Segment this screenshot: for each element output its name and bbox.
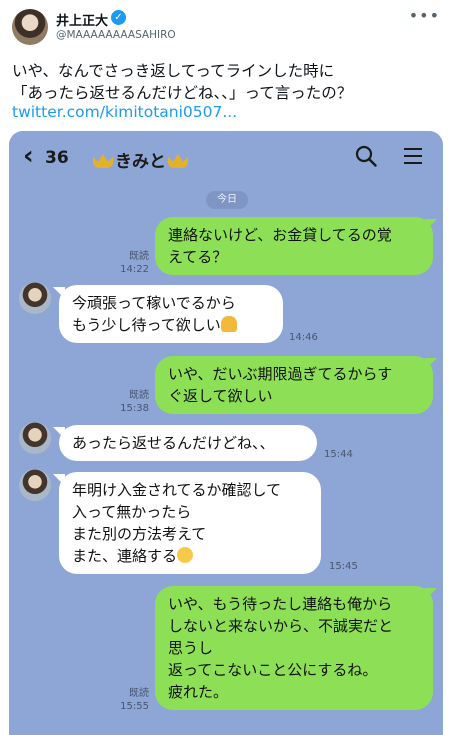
relieved-face-emoji: [177, 547, 194, 563]
message-time: 14:46: [289, 332, 318, 343]
attached-image-line-chat[interactable]: ‹ 36 きみと 今日 連絡ないけど、お金貸してるの覚 えてる？ 既読 14:2…: [9, 131, 443, 735]
tweet-text-line: いや、なんでさっき返してってラインした時に: [12, 62, 335, 80]
line-chat-header: ‹ 36 きみと: [9, 131, 443, 183]
message-line: えてる？: [168, 248, 228, 266]
unread-count: 36: [45, 148, 69, 168]
message-line: 入って無かったら: [72, 503, 192, 521]
outgoing-message: いや、だいぶ期限過ぎてるからす ぐ返して欲しい: [155, 356, 433, 414]
sender-avatar: [19, 282, 51, 314]
tweet-header: 井上正大 ✓ @MAAAAAAAASAHIRO •••: [0, 0, 450, 56]
message-line: 疲れた。: [168, 683, 229, 701]
message-line: いや、だいぶ期限過ぎてるからす: [168, 365, 393, 383]
message-time: 15:44: [324, 449, 353, 460]
message-meta: 既読 14:22: [113, 250, 149, 276]
message-line: 連絡ないけど、お金貸してるの覚: [168, 226, 392, 244]
date-separator: 今日: [206, 191, 248, 209]
author-avatar[interactable]: [12, 9, 48, 45]
message-line: 返ってこないこと公にするね。: [168, 661, 378, 679]
message-line: ぐ返して欲しい: [168, 387, 273, 405]
author-handle[interactable]: @MAAAAAAAASAHIRO: [56, 29, 176, 41]
tweet-text: いや、なんでさっき返してってラインした時に 「あったら返せるんだけどね、、」って…: [12, 60, 442, 104]
back-chevron-icon: ‹: [23, 141, 34, 171]
search-icon: [355, 145, 377, 167]
message-line: また、連絡する: [72, 545, 308, 567]
crown-icon: [168, 154, 188, 168]
tweet-link[interactable]: twitter.com/kimitotani0507...: [12, 103, 237, 121]
crown-icon: [93, 154, 113, 168]
verified-badge-icon: ✓: [111, 10, 126, 25]
message-time: 14:22: [120, 264, 149, 275]
message-time: 15:55: [120, 701, 149, 712]
message-line: あったら返せるんだけどね、、: [72, 434, 275, 452]
outgoing-message: 連絡ないけど、お金貸してるの覚 えてる？: [155, 217, 433, 275]
read-receipt: 既読: [129, 251, 149, 262]
chat-contact-name: きみと: [91, 147, 190, 172]
message-line: しないと来ないから、不誠実だと: [168, 617, 394, 635]
message-meta: 既読 15:55: [113, 687, 149, 713]
contact-name-text: きみと: [115, 152, 166, 172]
message-line: いや、もう待ったし連絡も俺から: [168, 595, 393, 613]
message-line: もう少し待って欲しい: [72, 314, 270, 336]
message-time: 15:38: [120, 403, 149, 414]
sender-avatar: [19, 422, 51, 454]
outgoing-message: いや、もう待ったし連絡も俺から しないと来ないから、不誠実だと 思うし 返ってこ…: [155, 586, 433, 710]
more-options-icon[interactable]: •••: [409, 6, 440, 25]
read-receipt: 既読: [129, 390, 149, 401]
incoming-message: 今頑張って稼いでるから もう少し待って欲しい: [59, 285, 283, 343]
message-line: 年明け入金されてるか確認して: [72, 481, 282, 499]
incoming-message: あったら返せるんだけどね、、: [59, 425, 317, 461]
sender-avatar: [19, 469, 51, 501]
read-receipt: 既読: [129, 688, 149, 699]
folded-hands-emoji: [220, 316, 237, 332]
message-line: また別の方法考えて: [72, 525, 207, 543]
message-line: 思うし: [168, 639, 214, 657]
menu-icon: [404, 148, 422, 164]
tweet-text-line: 「あったら返せるんだけどね、、」って言ったの？: [12, 84, 353, 102]
message-line: 今頑張って稼いでるから: [72, 294, 236, 312]
message-time: 15:45: [329, 561, 358, 572]
message-meta: 既読 15:38: [113, 389, 149, 415]
incoming-message: 年明け入金されてるか確認して 入って無かったら また別の方法考えて また、連絡す…: [59, 472, 321, 574]
author-display-name[interactable]: 井上正大: [56, 10, 108, 29]
